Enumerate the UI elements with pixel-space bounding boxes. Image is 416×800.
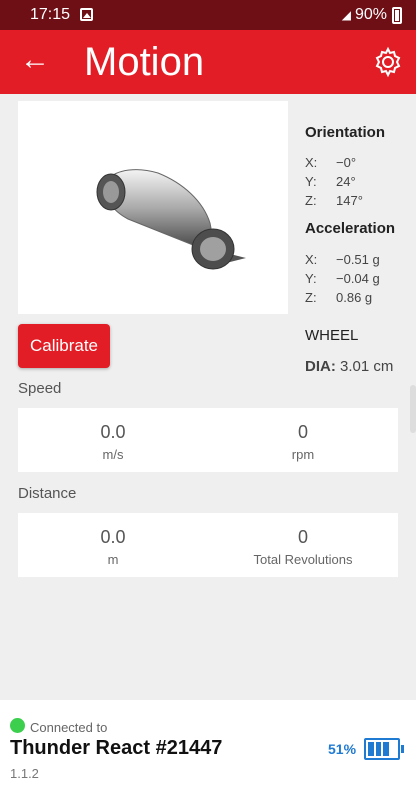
- car-3d-view[interactable]: [18, 101, 288, 314]
- acceleration-y-row: Y: −0.04 g: [305, 271, 411, 286]
- distance-linear-unit: m: [107, 552, 119, 567]
- firmware-version: 1.1.2: [10, 766, 39, 781]
- orientation-y-row: Y: 24°: [305, 174, 411, 189]
- connected-dot-icon: [10, 718, 25, 733]
- signal-icon: ◢: [341, 8, 351, 22]
- car-model-image: [96, 169, 246, 270]
- page-title: Motion: [84, 40, 205, 84]
- orientation-x-value: −0°: [336, 155, 357, 170]
- speed-card: 0.0 m/s 0 rpm: [18, 408, 398, 472]
- edge-scroll-handle[interactable]: [410, 385, 416, 433]
- acceleration-x-label: X:: [305, 252, 318, 267]
- orientation-title: Orientation: [305, 124, 386, 141]
- speed-rotational-unit: rpm: [291, 447, 315, 462]
- gear-icon[interactable]: [372, 46, 404, 78]
- status-right: ◢ 90%: [342, 6, 402, 24]
- acceleration-title: Acceleration: [305, 220, 396, 237]
- wheel-dia-value: 3.01 cm: [340, 358, 394, 375]
- status-time: 17:15: [30, 6, 71, 23]
- wheel-label: WHEEL: [305, 327, 359, 344]
- speed-rotational-value: 0: [297, 422, 308, 442]
- orientation-y-value: 24°: [336, 174, 356, 189]
- orientation-x-row: X: −0°: [305, 155, 411, 170]
- distance-revolutions-unit: Total Revolutions: [253, 552, 353, 567]
- speed-rotational: 0 rpm: [208, 408, 398, 472]
- distance-revolutions: 0 Total Revolutions: [208, 513, 398, 577]
- speed-label: Speed: [18, 380, 62, 397]
- status-bar: 17:15 ◢ 90%: [0, 0, 416, 30]
- speed-linear-unit: m/s: [102, 447, 124, 462]
- speed-linear-value: 0.0: [100, 422, 126, 442]
- distance-revolutions-value: 0: [297, 527, 308, 547]
- orientation-z-row: Z: 147°: [305, 193, 411, 208]
- connection-footer[interactable]: Connected to Thunder React #21447 1.1.2 …: [0, 700, 416, 800]
- wheel-dia-label: DIA:: [305, 358, 336, 375]
- acceleration-z-value: 0.86 g: [336, 290, 373, 305]
- battery-icon: [364, 738, 404, 760]
- battery-segment: [383, 742, 389, 756]
- speed-linear: 0.0 m/s: [18, 408, 208, 472]
- acceleration-y-label: Y:: [305, 271, 317, 286]
- battery-segment: [375, 742, 381, 756]
- orientation-x-label: X:: [305, 155, 318, 170]
- device-name: Thunder React #21447: [10, 737, 223, 759]
- acceleration-x-value: −0.51 g: [336, 252, 380, 267]
- app-bar: ← Motion: [0, 30, 416, 94]
- status-battery-icon: [392, 6, 402, 24]
- acceleration-z-row: Z: 0.86 g: [305, 290, 411, 305]
- wheel-diameter: DIA: 3.01 cm: [305, 358, 393, 375]
- calibrate-button[interactable]: Calibrate: [18, 324, 110, 368]
- acceleration-y-value: −0.04 g: [336, 271, 380, 286]
- orientation-z-label: Z:: [305, 193, 317, 208]
- acceleration-x-row: X: −0.51 g: [305, 252, 411, 267]
- orientation-z-value: 147°: [336, 193, 363, 208]
- orientation-panel: Orientation X: −0° Y: 24° Z: 147°: [305, 124, 411, 208]
- distance-linear: 0.0 m: [18, 513, 208, 577]
- distance-linear-value: 0.0: [100, 527, 126, 547]
- connected-label: Connected to: [30, 720, 108, 735]
- acceleration-z-label: Z:: [305, 290, 317, 305]
- orientation-y-label: Y:: [305, 174, 317, 189]
- status-battery-text: 90%: [354, 6, 387, 23]
- battery-segment: [390, 742, 396, 756]
- device-battery-percent: 51%: [328, 741, 357, 757]
- back-arrow-icon[interactable]: ←: [20, 42, 50, 78]
- image-notification-icon: [80, 8, 93, 21]
- acceleration-panel: X: −0.51 g Y: −0.04 g Z: 0.86 g: [305, 248, 411, 305]
- battery-segment: [368, 742, 374, 756]
- distance-label: Distance: [18, 485, 77, 502]
- distance-card: 0.0 m 0 Total Revolutions: [18, 513, 398, 577]
